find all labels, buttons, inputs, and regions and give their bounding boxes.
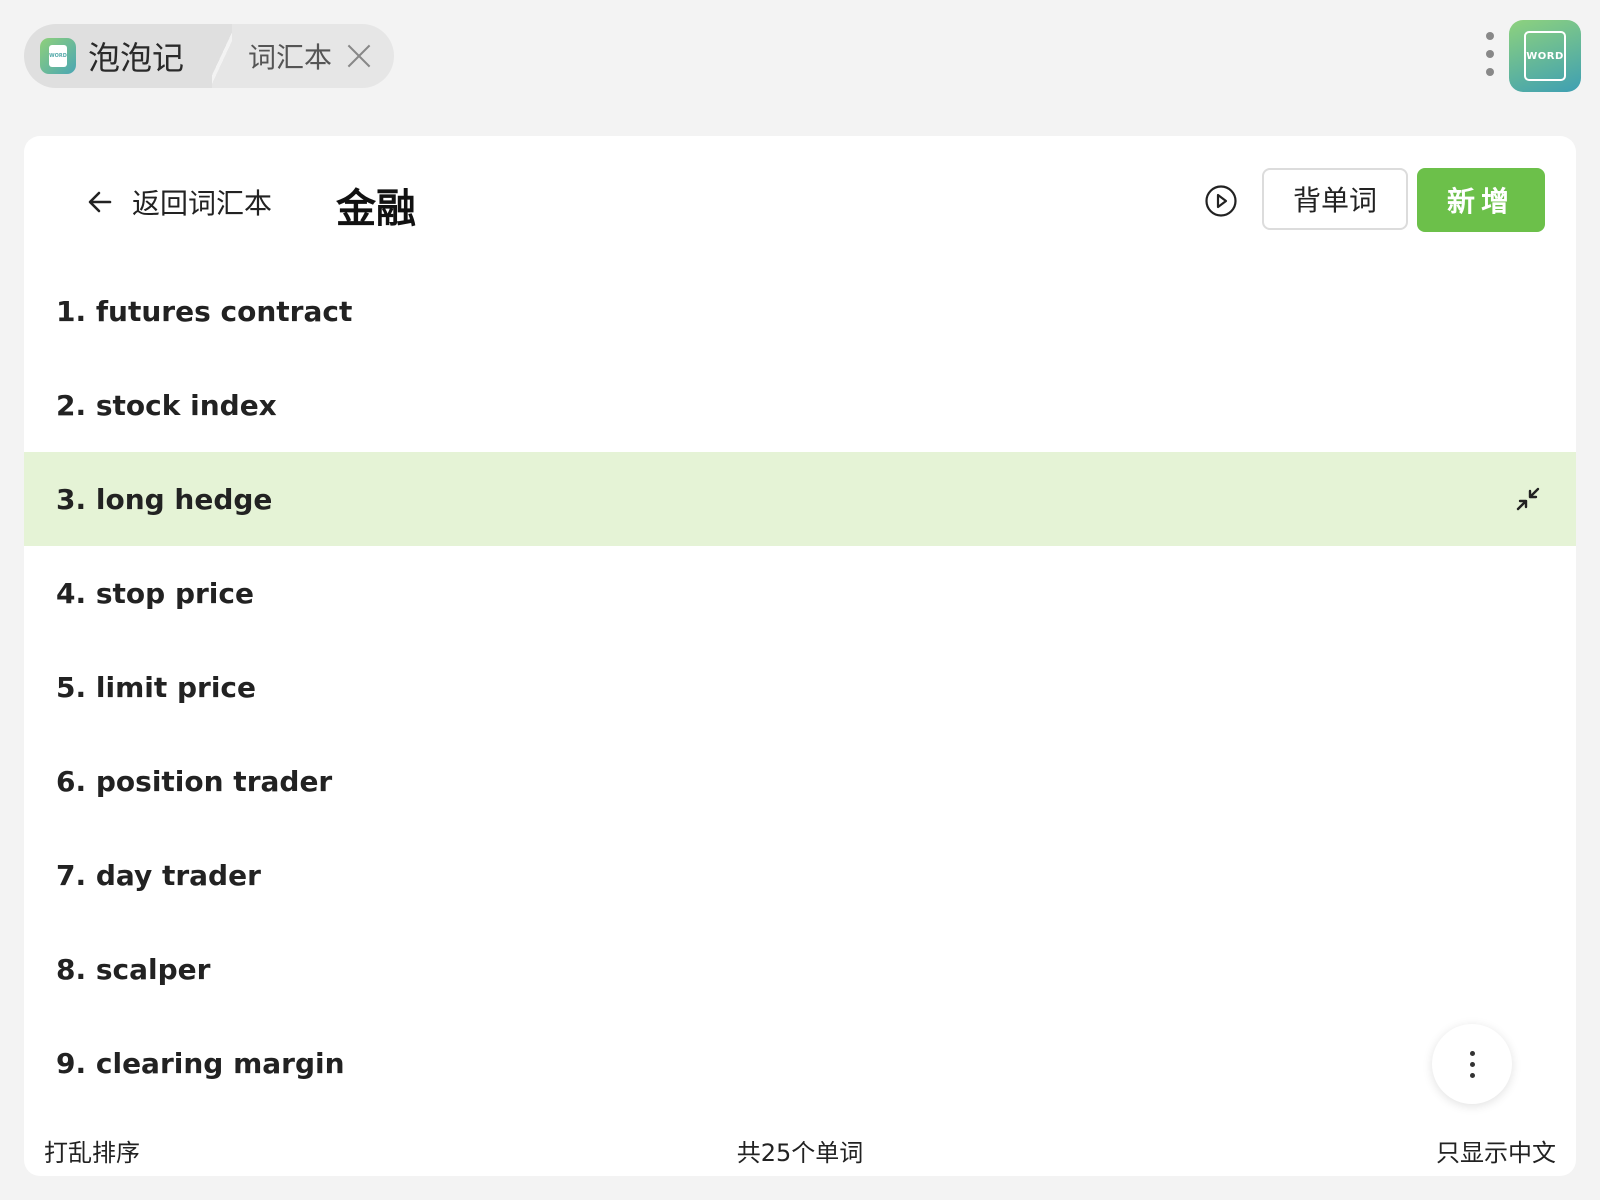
word-text: 3. long hedge bbox=[56, 482, 273, 516]
collapse-icon[interactable] bbox=[1514, 485, 1542, 513]
chinese-only-toggle[interactable]: 只显示中文 bbox=[1436, 1133, 1556, 1168]
more-menu-icon[interactable] bbox=[1480, 32, 1500, 76]
word-count: 共25个单词 bbox=[736, 1138, 864, 1167]
more-actions-button[interactable] bbox=[1432, 1024, 1512, 1104]
tab-vocabulary-label: 词汇本 bbox=[248, 41, 333, 74]
word-row[interactable]: 9. clearing margin bbox=[24, 1016, 1576, 1110]
shuffle-button[interactable]: 打乱排序 bbox=[44, 1133, 140, 1168]
study-button[interactable]: 背单词 bbox=[1262, 168, 1408, 230]
add-button[interactable]: 新增 bbox=[1417, 168, 1545, 232]
close-icon[interactable] bbox=[346, 43, 372, 69]
word-row[interactable]: 4. stop price bbox=[24, 546, 1576, 640]
word-row[interactable]: 8. scalper bbox=[24, 922, 1576, 1016]
tab-vocabulary[interactable]: 词汇本 bbox=[232, 24, 395, 88]
word-text: 2. stock index bbox=[56, 388, 277, 422]
word-list: 1. futures contract 2. stock index 3. lo… bbox=[24, 264, 1576, 1110]
tab-app-label: 泡泡记 bbox=[88, 39, 185, 77]
vocabulary-card: 返回词汇本 金融 背单词 新增 1. futures contract 2. s… bbox=[24, 136, 1576, 1176]
play-icon[interactable] bbox=[1203, 183, 1239, 219]
word-row-active[interactable]: 3. long hedge bbox=[24, 452, 1576, 546]
word-text: 5. limit price bbox=[56, 670, 257, 704]
card-footer: 打乱排序 共25个单词 只显示中文 bbox=[24, 1124, 1576, 1176]
word-row[interactable]: 1. futures contract bbox=[24, 264, 1576, 358]
app-logo-icon: WORD bbox=[40, 38, 76, 74]
tab-app[interactable]: WORD 泡泡记 bbox=[24, 24, 213, 88]
tab-bar: WORD 泡泡记 词汇本 bbox=[24, 24, 395, 88]
page-title: 金融 bbox=[336, 186, 416, 232]
word-row[interactable]: 7. day trader bbox=[24, 828, 1576, 922]
word-text: 1. futures contract bbox=[56, 294, 353, 328]
app-logo-icon[interactable]: WORD bbox=[1509, 20, 1581, 92]
arrow-left-icon bbox=[86, 188, 114, 216]
word-text: 8. scalper bbox=[56, 952, 211, 986]
back-label: 返回词汇本 bbox=[132, 187, 273, 220]
tab-separator bbox=[212, 24, 233, 88]
card-header: 返回词汇本 金融 背单词 新增 bbox=[24, 136, 1576, 264]
word-row[interactable]: 6. position trader bbox=[24, 734, 1576, 828]
word-text: 6. position trader bbox=[56, 764, 333, 798]
word-text: 9. clearing margin bbox=[56, 1046, 345, 1080]
word-text: 7. day trader bbox=[56, 858, 261, 892]
word-row[interactable]: 5. limit price bbox=[24, 640, 1576, 734]
word-row[interactable]: 2. stock index bbox=[24, 358, 1576, 452]
word-text: 4. stop price bbox=[56, 576, 254, 610]
back-button[interactable]: 返回词汇本 bbox=[86, 182, 272, 222]
